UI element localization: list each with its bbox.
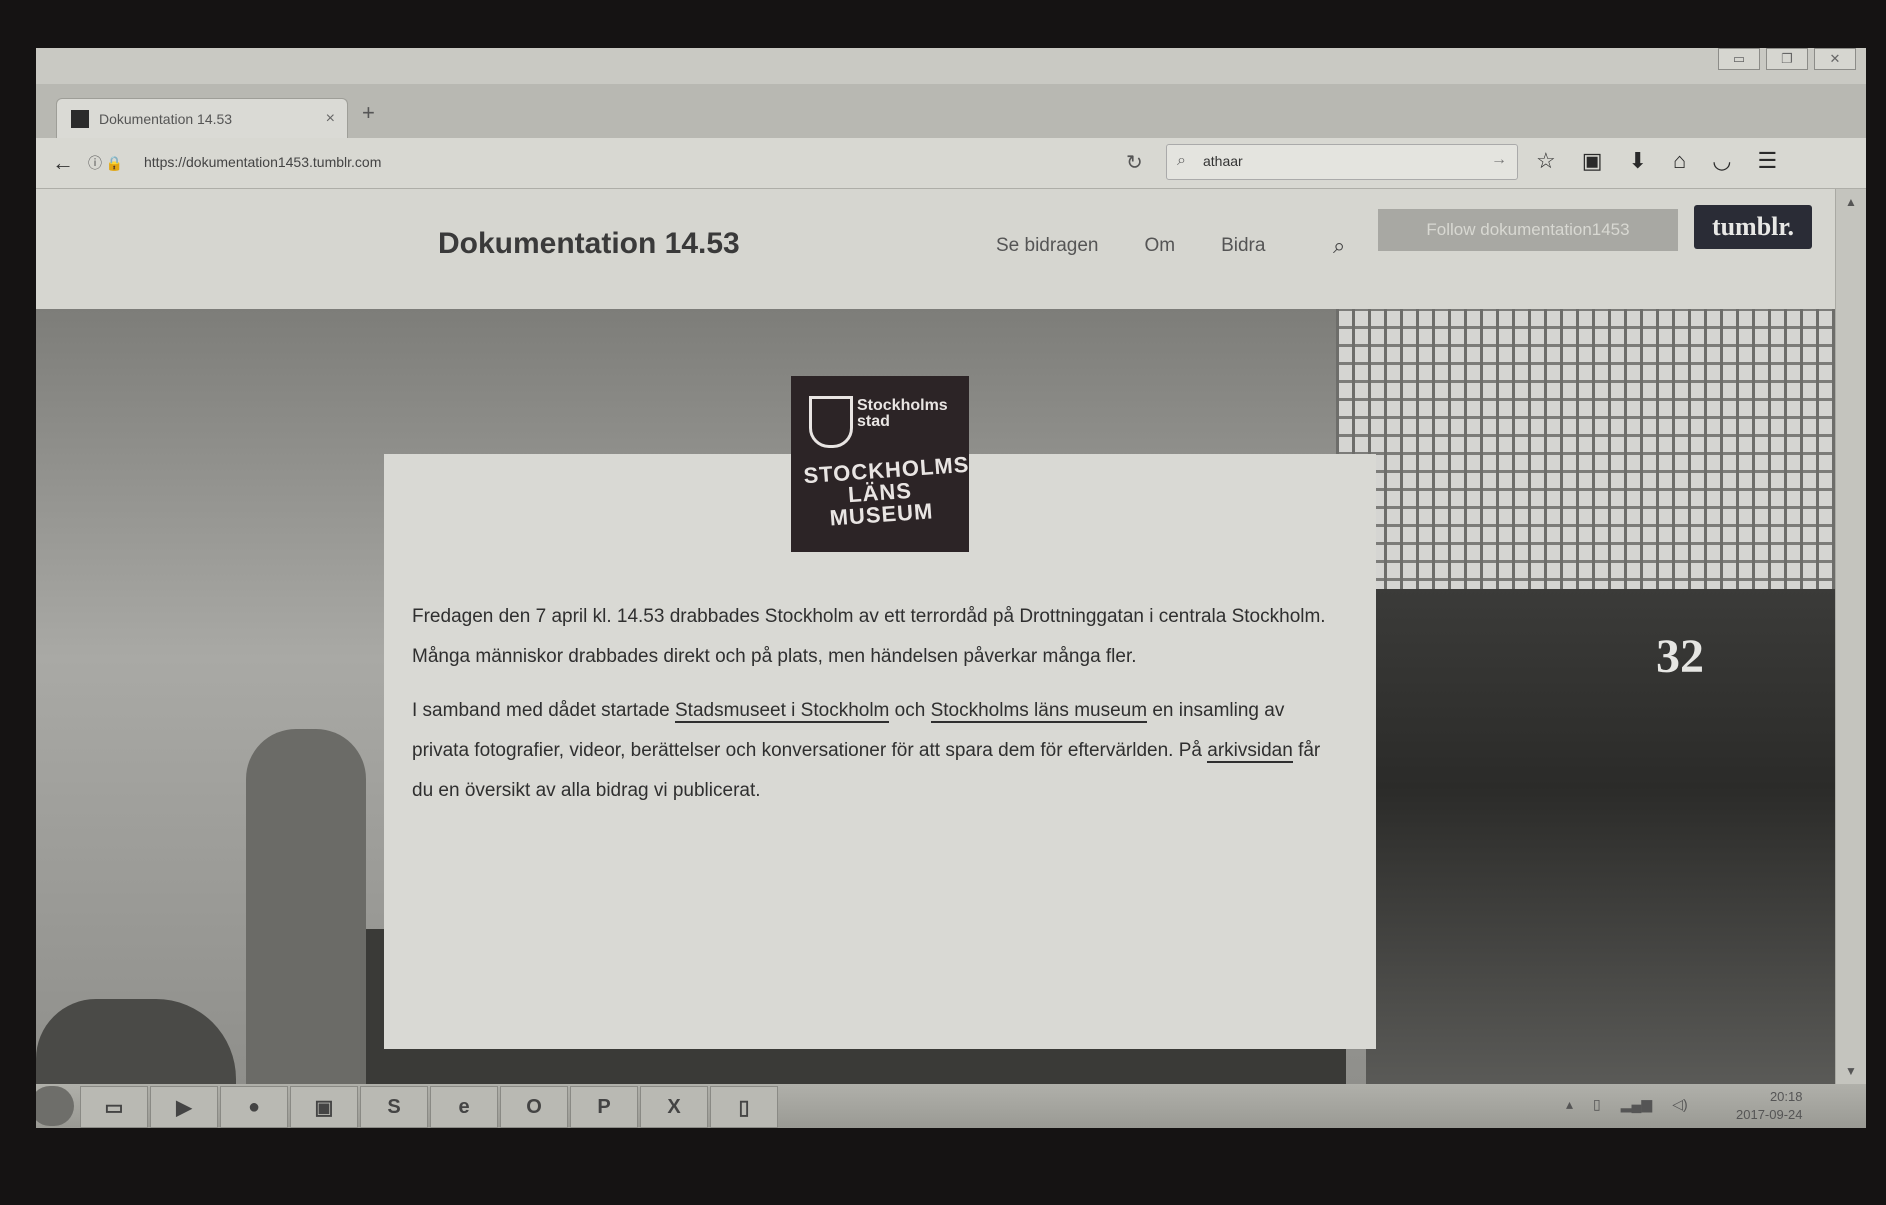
menu-icon[interactable]: ☰ xyxy=(1757,148,1777,174)
page-scrollbar[interactable]: ▲ ▼ xyxy=(1835,189,1866,1084)
taskbar-excel-icon[interactable]: X xyxy=(640,1086,708,1128)
nav-bidra[interactable]: Bidra xyxy=(1221,235,1265,257)
nav-om[interactable]: Om xyxy=(1144,235,1175,257)
nav-se-bidragen[interactable]: Se bidragen xyxy=(996,235,1098,257)
new-tab-button[interactable]: + xyxy=(362,100,375,126)
person-left xyxy=(246,729,366,1084)
logo-line2: stad xyxy=(857,413,890,430)
restore-button[interactable]: ❐ xyxy=(1766,48,1808,70)
intro-paragraph-1: Fredagen den 7 april kl. 14.53 drabbades… xyxy=(412,606,1326,667)
taskbar-clock[interactable]: 20:18 2017-09-24 xyxy=(1736,1088,1803,1124)
jersey-number: 32 xyxy=(1656,630,1704,683)
close-icon: ✕ xyxy=(1829,51,1841,66)
clipboard-icon[interactable]: ▣ xyxy=(1582,148,1603,174)
pocket-icon[interactable]: ◡ xyxy=(1712,148,1731,174)
logo-line1: Stockholms xyxy=(857,397,948,414)
taskbar-media-player-icon[interactable]: ▶ xyxy=(150,1086,218,1128)
search-bar[interactable]: ⌕ athaar → xyxy=(1166,144,1518,180)
restore-icon: ❐ xyxy=(1781,51,1793,66)
site-header: Dokumentation 14.53 Se bidragen Om Bidra… xyxy=(36,189,1836,309)
volume-icon[interactable]: ◁) xyxy=(1672,1096,1687,1113)
back-button[interactable]: ← xyxy=(52,150,74,176)
tab-title: Dokumentation 14.53 xyxy=(99,111,233,127)
web-page: 32 Dokumentation 14.53 Se bidragen Om Bi… xyxy=(36,189,1836,1084)
foreground-head xyxy=(36,999,236,1084)
scroll-up-icon[interactable]: ▲ xyxy=(1845,195,1857,209)
taskbar-skype-icon[interactable]: S xyxy=(360,1086,428,1128)
monitor-screen: ▭ ❐ ✕ Dokumentation 14.53 × + ← ⓘ 🔒 http… xyxy=(36,48,1866,1128)
toolbar-icons: ☆ ▣ ⬇ ⌂ ◡ ☰ xyxy=(1536,148,1777,174)
taskbar-file-explorer-icon[interactable]: ▭ xyxy=(80,1086,148,1128)
intro-paragraph-2: I samband med dådet startade Stadsmuseet… xyxy=(412,691,1342,811)
site-search-icon[interactable]: ⌕ xyxy=(1333,233,1345,259)
tray-expand-icon[interactable]: ▴ xyxy=(1566,1096,1573,1113)
museum-logo: Stockholms stad STOCKHOLMS LÄNS MUSEUM xyxy=(791,376,970,552)
search-input[interactable]: athaar xyxy=(1203,153,1243,169)
link-arkivsidan[interactable]: arkivsidan xyxy=(1207,740,1293,763)
taskbar-firefox-icon[interactable]: ● xyxy=(220,1086,288,1128)
taskbar-app-icon[interactable]: ▣ xyxy=(290,1086,358,1128)
windows-taskbar: ▭ ▶ ● ▣ S e O P X ▯ ▴ ▯ ▂▄▆ ◁) 20:18 201… xyxy=(36,1084,1866,1128)
logo-museum-line3: MUSEUM xyxy=(828,498,935,531)
site-title[interactable]: Dokumentation 14.53 xyxy=(438,227,740,261)
intro-text: Fredagen den 7 april kl. 14.53 drabbades… xyxy=(412,597,1342,825)
search-go-icon[interactable]: → xyxy=(1491,151,1507,169)
url-bar[interactable]: https://dokumentation1453.tumblr.com xyxy=(144,154,381,170)
tumblr-logo-button[interactable]: tumblr. xyxy=(1694,205,1812,249)
browser-tab[interactable]: Dokumentation 14.53 × xyxy=(56,98,348,139)
p2-text-a: I samband med dådet startade xyxy=(412,700,675,721)
close-window-button[interactable]: ✕ xyxy=(1814,48,1856,70)
logo-lans-museum: STOCKHOLMS LÄNS MUSEUM xyxy=(803,452,970,531)
home-icon[interactable]: ⌂ xyxy=(1673,148,1686,174)
site-nav: Se bidragen Om Bidra xyxy=(996,235,1265,257)
follow-button[interactable]: Follow dokumentation1453 xyxy=(1378,209,1678,251)
link-stadsmuseet[interactable]: Stadsmuseet i Stockholm xyxy=(675,700,890,723)
tumblr-favicon-icon xyxy=(71,110,89,128)
tab-close-button[interactable]: × xyxy=(326,110,335,128)
network-icon[interactable]: ▂▄▆ xyxy=(1621,1096,1652,1113)
minimize-button[interactable]: ▭ xyxy=(1718,48,1760,70)
system-tray: ▴ ▯ ▂▄▆ ◁) xyxy=(1566,1096,1688,1113)
navigation-toolbar: ← ⓘ 🔒 https://dokumentation1453.tumblr.c… xyxy=(36,138,1866,189)
clock-date: 2017-09-24 xyxy=(1736,1107,1803,1122)
clock-time: 20:18 xyxy=(1769,1089,1803,1104)
minimize-icon: ▭ xyxy=(1732,51,1746,66)
stockholm-shield-icon xyxy=(809,396,853,448)
download-icon[interactable]: ⬇ xyxy=(1629,148,1647,174)
window-controls: ▭ ❐ ✕ xyxy=(1718,48,1856,74)
site-info-icon[interactable]: ⓘ 🔒 xyxy=(88,153,123,173)
p2-text-b: och xyxy=(889,700,931,721)
battery-icon[interactable]: ▯ xyxy=(1593,1096,1601,1113)
start-button[interactable] xyxy=(36,1086,74,1126)
search-icon: ⌕ xyxy=(1177,152,1186,169)
reload-button[interactable]: ↻ xyxy=(1126,150,1143,175)
taskbar-outlook-icon[interactable]: O xyxy=(500,1086,568,1128)
taskbar-powerpoint-icon[interactable]: P xyxy=(570,1086,638,1128)
link-stockholms-lans-museum[interactable]: Stockholms läns museum xyxy=(930,700,1148,723)
taskbar-blank-app-icon[interactable]: ▯ xyxy=(710,1086,778,1128)
bookmark-star-icon[interactable]: ☆ xyxy=(1536,148,1556,174)
taskbar-ie-icon[interactable]: e xyxy=(430,1086,498,1128)
logo-stockholms-stad: Stockholms stad xyxy=(857,398,948,430)
scroll-down-icon[interactable]: ▼ xyxy=(1845,1064,1857,1078)
crowd-right xyxy=(1366,589,1836,1084)
